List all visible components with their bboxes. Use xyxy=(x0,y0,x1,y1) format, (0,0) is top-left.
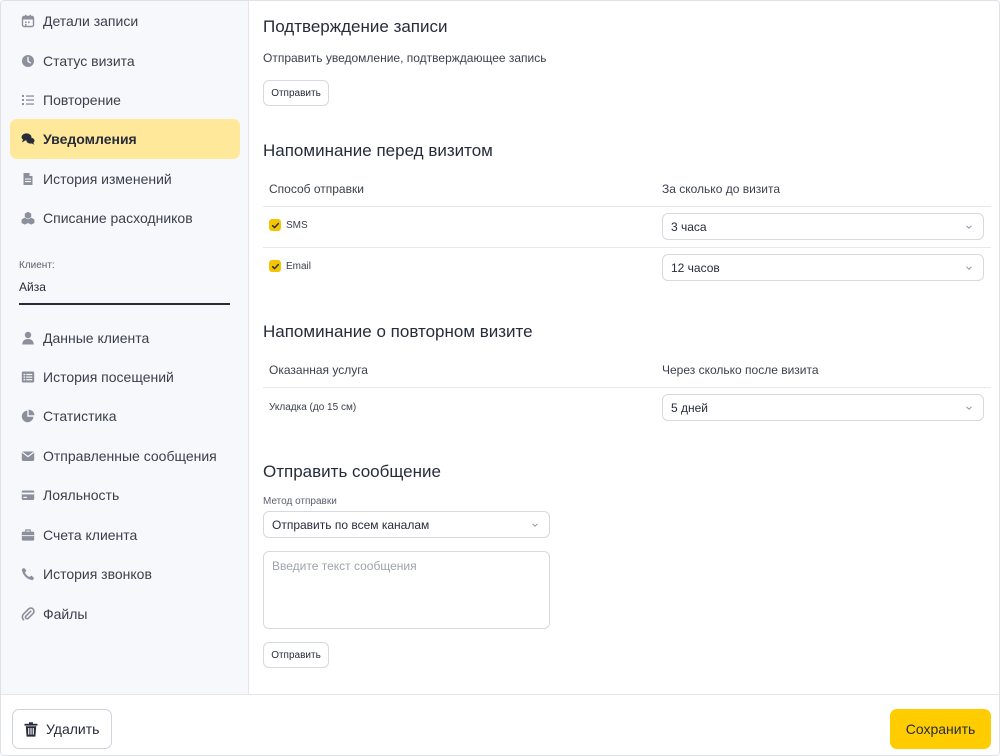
briefcase-icon xyxy=(21,528,35,542)
client-label: Клиент: xyxy=(19,260,55,271)
chevron-down-icon xyxy=(532,523,538,527)
sidebar-item-label: Отправленные сообщения xyxy=(43,448,217,464)
repeat-after-value: 5 дней xyxy=(671,400,709,415)
sms-time-select[interactable]: 3 часа xyxy=(662,213,984,240)
method-column-header: Способ отправки xyxy=(269,182,364,196)
pie-chart-icon xyxy=(21,409,35,423)
sidebar-item-consumables[interactable]: Списание расходников xyxy=(10,198,240,238)
delete-label: Удалить xyxy=(46,721,100,737)
credit-card-icon xyxy=(21,488,35,502)
trash-icon xyxy=(24,721,38,737)
service-column-header: Оказанная услуга xyxy=(269,363,368,377)
document-icon xyxy=(21,172,35,186)
appointment-window: Детали записи Статус визита Повторение У… xyxy=(0,0,1000,756)
sidebar-item-change-history[interactable]: История изменений xyxy=(10,159,240,199)
sidebar-item-visit-status[interactable]: Статус визита xyxy=(10,41,240,81)
sms-checkbox[interactable] xyxy=(269,219,281,231)
sidebar-item-sent-messages[interactable]: Отправленные сообщения xyxy=(10,436,240,476)
send-method-value: Отправить по всем каналам xyxy=(272,517,430,532)
sidebar-item-client-data[interactable]: Данные клиента xyxy=(10,318,240,358)
paperclip-icon xyxy=(21,607,35,621)
sidebar-item-label: Статистика xyxy=(43,408,117,424)
sidebar-item-label: Списание расходников xyxy=(43,210,193,226)
footer-bar: Удалить Сохранить xyxy=(1,694,999,755)
send-method-label: Метод отправки xyxy=(263,496,337,507)
sidebar-item-files[interactable]: Файлы xyxy=(10,594,240,634)
sidebar-item-label: Статус визита xyxy=(43,53,135,69)
sidebar-item-label: Счета клиента xyxy=(43,527,138,543)
confirmation-title: Подтверждение записи xyxy=(263,17,448,36)
chevron-down-icon xyxy=(966,406,972,410)
reminder-title: Напоминание перед визитом xyxy=(263,141,493,160)
notifications-panel: Подтверждение записи Отправить уведомлен… xyxy=(250,1,999,694)
sidebar-item-label: История изменений xyxy=(43,171,172,187)
repeat-after-select[interactable]: 5 дней xyxy=(662,394,984,421)
email-label: Email xyxy=(286,260,312,272)
sidebar-item-visit-history[interactable]: История посещений xyxy=(10,357,240,397)
delete-button[interactable]: Удалить xyxy=(12,709,112,749)
sidebar-item-label: Повторение xyxy=(43,92,121,108)
email-time-value: 12 часов xyxy=(671,260,720,275)
sidebar-item-label: Детали записи xyxy=(43,13,139,29)
sms-label: SMS xyxy=(286,219,308,231)
confirmation-description: Отправить уведомление, подтверждающее за… xyxy=(263,51,547,65)
sidebar: Детали записи Статус визита Повторение У… xyxy=(1,1,249,694)
chat-bubbles-icon xyxy=(21,132,35,146)
sidebar-item-repeat[interactable]: Повторение xyxy=(10,80,240,120)
sidebar-item-call-history[interactable]: История звонков xyxy=(10,554,240,594)
send-method-select[interactable]: Отправить по всем каналам xyxy=(263,511,550,538)
phone-icon xyxy=(21,567,35,581)
sms-time-value: 3 часа xyxy=(671,219,707,234)
sidebar-item-notifications[interactable]: Уведомления xyxy=(10,119,240,159)
service-name: Укладка (до 15 см) xyxy=(269,402,357,413)
row-divider xyxy=(263,247,991,248)
sidebar-item-details[interactable]: Детали записи xyxy=(10,1,240,41)
user-icon xyxy=(21,331,35,345)
chevron-down-icon xyxy=(966,266,972,270)
sidebar-item-label: Файлы xyxy=(43,606,88,622)
row-divider xyxy=(263,387,991,388)
sms-channel-row[interactable]: SMS xyxy=(269,219,308,231)
send-confirmation-button[interactable]: Отправить xyxy=(263,80,329,106)
email-checkbox[interactable] xyxy=(269,260,281,272)
cubes-icon xyxy=(21,211,35,225)
client-name-field[interactable]: Айза xyxy=(19,279,230,305)
clock-icon xyxy=(21,54,35,68)
sidebar-item-label: Данные клиента xyxy=(43,330,150,346)
repeat-visit-title: Напоминание о повторном визите xyxy=(263,322,533,341)
sidebar-item-label: Лояльность xyxy=(43,487,120,503)
sidebar-item-label: История звонков xyxy=(43,566,152,582)
sidebar-item-label: Уведомления xyxy=(43,131,137,147)
check-icon xyxy=(271,222,279,228)
save-button[interactable]: Сохранить xyxy=(890,709,991,749)
sidebar-item-client-accounts[interactable]: Счета клиента xyxy=(10,515,240,555)
email-channel-row[interactable]: Email xyxy=(269,260,311,272)
list-icon xyxy=(21,93,35,107)
send-message-title: Отправить сообщение xyxy=(263,462,441,481)
send-message-button[interactable]: Отправить xyxy=(263,642,329,668)
chevron-down-icon xyxy=(966,225,972,229)
after-column-header: Через сколько после визита xyxy=(662,363,819,377)
message-textarea[interactable]: Введите текст сообщения xyxy=(263,551,550,629)
sidebar-item-statistics[interactable]: Статистика xyxy=(10,396,240,436)
time-column-header: За сколько до визита xyxy=(662,182,781,196)
envelope-icon xyxy=(21,449,35,463)
list-alt-icon xyxy=(21,370,35,384)
sidebar-item-loyalty[interactable]: Лояльность xyxy=(10,475,240,515)
sidebar-item-label: История посещений xyxy=(43,369,174,385)
calendar-icon xyxy=(21,14,35,28)
row-divider xyxy=(263,206,991,207)
email-time-select[interactable]: 12 часов xyxy=(662,254,984,281)
check-icon xyxy=(271,263,279,269)
